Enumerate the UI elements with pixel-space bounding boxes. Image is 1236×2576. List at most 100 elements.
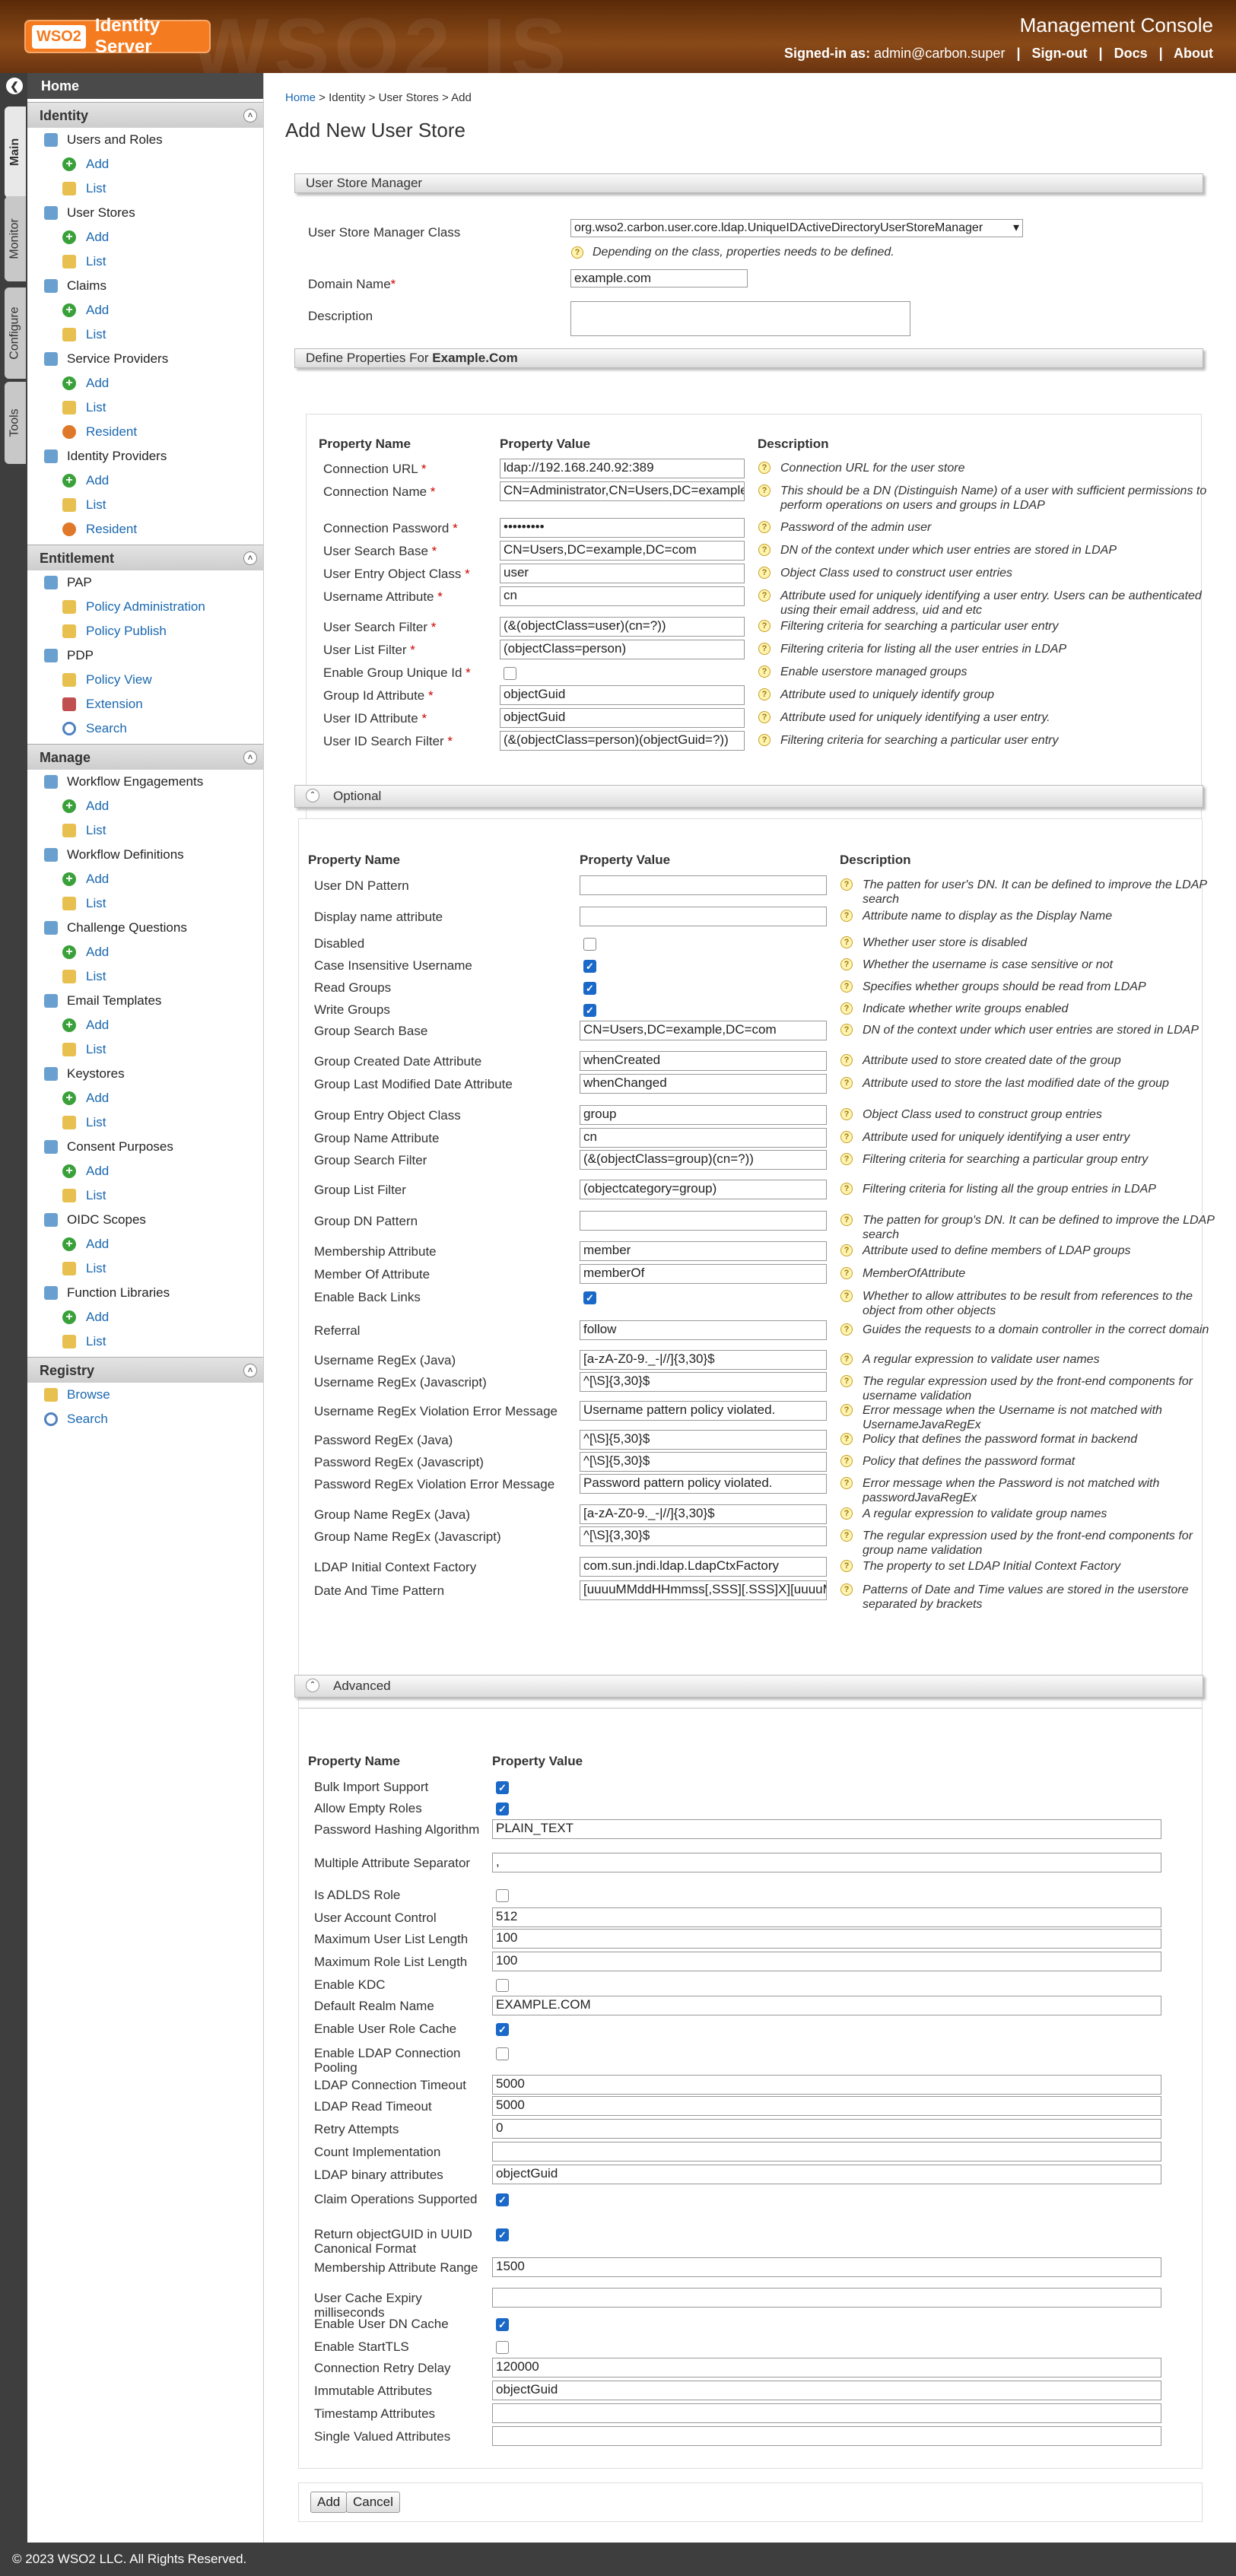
chevron-up-icon[interactable]: ˄ — [243, 751, 257, 764]
sidebar-link-email-templates-list[interactable]: List — [27, 1037, 263, 1062]
input-count-implementation[interactable] — [492, 2142, 1161, 2161]
sidebar-link-keystores-add[interactable]: + Add — [27, 1086, 263, 1110]
sidebar-section-identity[interactable]: Identity ˄ — [27, 102, 263, 128]
input-group-last-modified-date-attribute[interactable]: whenChanged — [580, 1074, 827, 1094]
sidebar-section-manage[interactable]: Manage ˄ — [27, 744, 263, 770]
input-user-id-attribute[interactable]: objectGuid — [500, 708, 745, 728]
checkbox-enable-user-role-cache[interactable]: ✓ — [496, 2023, 509, 2036]
tab-configure[interactable]: Configure — [5, 287, 26, 379]
checkbox-case-insensitive-username[interactable]: ✓ — [583, 960, 596, 973]
input-connection-retry-delay[interactable]: 120000 — [492, 2358, 1161, 2377]
sidebar-link-keystores-list[interactable]: List — [27, 1110, 263, 1135]
sidebar-section-entitlement[interactable]: Entitlement ˄ — [27, 545, 263, 570]
cancel-button[interactable]: Cancel — [346, 2492, 400, 2513]
sidebar-link-consent-purposes-list[interactable]: List — [27, 1183, 263, 1208]
input-default-realm-name[interactable]: EXAMPLE.COM — [492, 1996, 1161, 2015]
input-user-cache-expiry-milliseconds[interactable] — [492, 2288, 1161, 2308]
input-username-regex-java[interactable]: [a-zA-Z0-9._-|//]{3,30}$ — [580, 1350, 827, 1370]
input-user-account-control[interactable]: 512 — [492, 1907, 1161, 1927]
sidebar-link-registry-browse[interactable]: Browse — [27, 1383, 263, 1407]
sidebar-link-workflow-engagements-add[interactable]: + Add — [27, 794, 263, 818]
sidebar-link-registry-search[interactable]: Search — [27, 1407, 263, 1431]
input-user-id-search-filter[interactable]: (&(objectClass=person)(objectGuid=?)) — [500, 731, 745, 751]
sidebar-link-identity-providers-resident[interactable]: Resident — [27, 517, 263, 542]
sidebar-item-pap[interactable]: PAP — [27, 570, 263, 595]
sidebar-link-claims-add[interactable]: + Add — [27, 298, 263, 322]
input-single-valued-attributes[interactable] — [492, 2426, 1161, 2446]
checkbox-enable-back-links[interactable]: ✓ — [583, 1291, 596, 1304]
sidebar-link-consent-purposes-add[interactable]: + Add — [27, 1159, 263, 1183]
input-password-regex-violation-error-message[interactable]: Password pattern policy violated. — [580, 1474, 827, 1494]
sidebar-item-email-templates[interactable]: Email Templates — [27, 989, 263, 1013]
tab-tools[interactable]: Tools — [5, 382, 26, 464]
input-group-search-base[interactable]: CN=Users,DC=example,DC=com — [580, 1021, 827, 1040]
checkbox-bulk-import-support[interactable]: ✓ — [496, 1781, 509, 1794]
checkbox-read-groups[interactable]: ✓ — [583, 982, 596, 995]
input-ldap-connection-timeout[interactable]: 5000 — [492, 2075, 1161, 2095]
sidebar-item-claims[interactable]: Claims — [27, 274, 263, 298]
sidebar-link-pap-policy-administration[interactable]: Policy Administration — [27, 595, 263, 619]
sidebar-item-users-and-roles[interactable]: Users and Roles — [27, 128, 263, 152]
sidebar-item-oidc-scopes[interactable]: OIDC Scopes — [27, 1208, 263, 1232]
sidebar-link-email-templates-add[interactable]: + Add — [27, 1013, 263, 1037]
sidebar-link-claims-list[interactable]: List — [27, 322, 263, 347]
sidebar-link-pdp-search[interactable]: Search — [27, 716, 263, 741]
product-logo[interactable]: WSO2 Identity Server — [24, 15, 211, 57]
usm-class-select[interactable]: org.wso2.carbon.user.core.ldap.UniqueIDA… — [570, 219, 1023, 237]
input-ldap-binary-attributes[interactable]: objectGuid — [492, 2165, 1161, 2184]
checkbox-enable-ldap-connection-pooling[interactable] — [496, 2047, 509, 2060]
about-link[interactable]: About — [1174, 46, 1213, 61]
input-username-regex-violation-error-message[interactable]: Username pattern policy violated. — [580, 1401, 827, 1421]
checkbox-is-adlds-role[interactable] — [496, 1889, 509, 1902]
sidebar-item-pdp[interactable]: PDP — [27, 643, 263, 668]
optional-section-header[interactable]: ⌃ Optional — [294, 785, 1203, 808]
input-group-search-filter[interactable]: (&(objectClass=group)(cn=?)) — [580, 1150, 827, 1170]
sidebar-item-consent-purposes[interactable]: Consent Purposes — [27, 1135, 263, 1159]
sidebar-link-workflow-definitions-list[interactable]: List — [27, 891, 263, 916]
input-display-name-attribute[interactable] — [580, 907, 827, 926]
sidebar-link-function-libraries-add[interactable]: + Add — [27, 1305, 263, 1329]
sidebar-link-identity-providers-list[interactable]: List — [27, 493, 263, 517]
checkbox-write-groups[interactable]: ✓ — [583, 1004, 596, 1017]
sidebar-link-challenge-questions-add[interactable]: + Add — [27, 940, 263, 964]
input-user-entry-object-class[interactable]: user — [500, 564, 745, 583]
input-ldap-read-timeout[interactable]: 5000 — [492, 2096, 1161, 2116]
input-group-name-attribute[interactable]: cn — [580, 1128, 827, 1148]
checkbox-enable-group-unique-id[interactable] — [504, 667, 516, 680]
input-membership-attribute[interactable]: member — [580, 1241, 827, 1261]
input-maximum-user-list-length[interactable]: 100 — [492, 1929, 1161, 1949]
checkbox-enable-user-dn-cache[interactable]: ✓ — [496, 2318, 509, 2331]
input-group-entry-object-class[interactable]: group — [580, 1105, 827, 1125]
description-textarea[interactable] — [570, 301, 910, 336]
input-group-name-regex-javascript[interactable]: ^[\S]{3,30}$ — [580, 1526, 827, 1546]
collapse-menu-icon[interactable]: ❮ — [6, 78, 23, 94]
sidebar-link-users-and-roles-add[interactable]: + Add — [27, 152, 263, 176]
sidebar-link-user-stores-list[interactable]: List — [27, 249, 263, 274]
input-user-search-base[interactable]: CN=Users,DC=example,DC=com — [500, 541, 745, 561]
input-user-search-filter[interactable]: (&(objectClass=user)(cn=?)) — [500, 617, 745, 637]
input-timestamp-attributes[interactable] — [492, 2403, 1161, 2423]
chevron-up-icon[interactable]: ˄ — [243, 551, 257, 565]
input-group-id-attribute[interactable]: objectGuid — [500, 685, 745, 705]
input-password-regex-javascript[interactable]: ^[\S]{5,30}$ — [580, 1452, 827, 1472]
input-immutable-attributes[interactable]: objectGuid — [492, 2381, 1161, 2400]
sidebar-link-pdp-policy-view[interactable]: Policy View — [27, 668, 263, 692]
sidebar-section-registry[interactable]: Registry ˄ — [27, 1357, 263, 1383]
checkbox-enable-starttls[interactable] — [496, 2341, 509, 2354]
sidebar-link-workflow-engagements-list[interactable]: List — [27, 818, 263, 843]
checkbox-claim-operations-supported[interactable]: ✓ — [496, 2193, 509, 2206]
chevron-up-icon[interactable]: ˄ — [243, 1364, 257, 1377]
sidebar-link-pdp-extension[interactable]: Extension — [27, 692, 263, 716]
sidebar-item-workflow-definitions[interactable]: Workflow Definitions — [27, 843, 263, 867]
sidebar-link-oidc-scopes-list[interactable]: List — [27, 1256, 263, 1281]
checkbox-disabled[interactable] — [583, 938, 596, 951]
breadcrumb-home[interactable]: Home — [285, 91, 316, 104]
tab-monitor[interactable]: Monitor — [5, 196, 26, 281]
domain-name-input[interactable]: example.com — [570, 269, 748, 287]
sidebar-link-service-providers-list[interactable]: List — [27, 395, 263, 420]
input-member-of-attribute[interactable]: memberOf — [580, 1264, 827, 1284]
input-connection-name[interactable]: CN=Administrator,CN=Users,DC=example,DC=… — [500, 481, 745, 501]
sidebar-item-service-providers[interactable]: Service Providers — [27, 347, 263, 371]
sidebar-item-challenge-questions[interactable]: Challenge Questions — [27, 916, 263, 940]
sidebar-home[interactable]: Home — [27, 73, 263, 99]
